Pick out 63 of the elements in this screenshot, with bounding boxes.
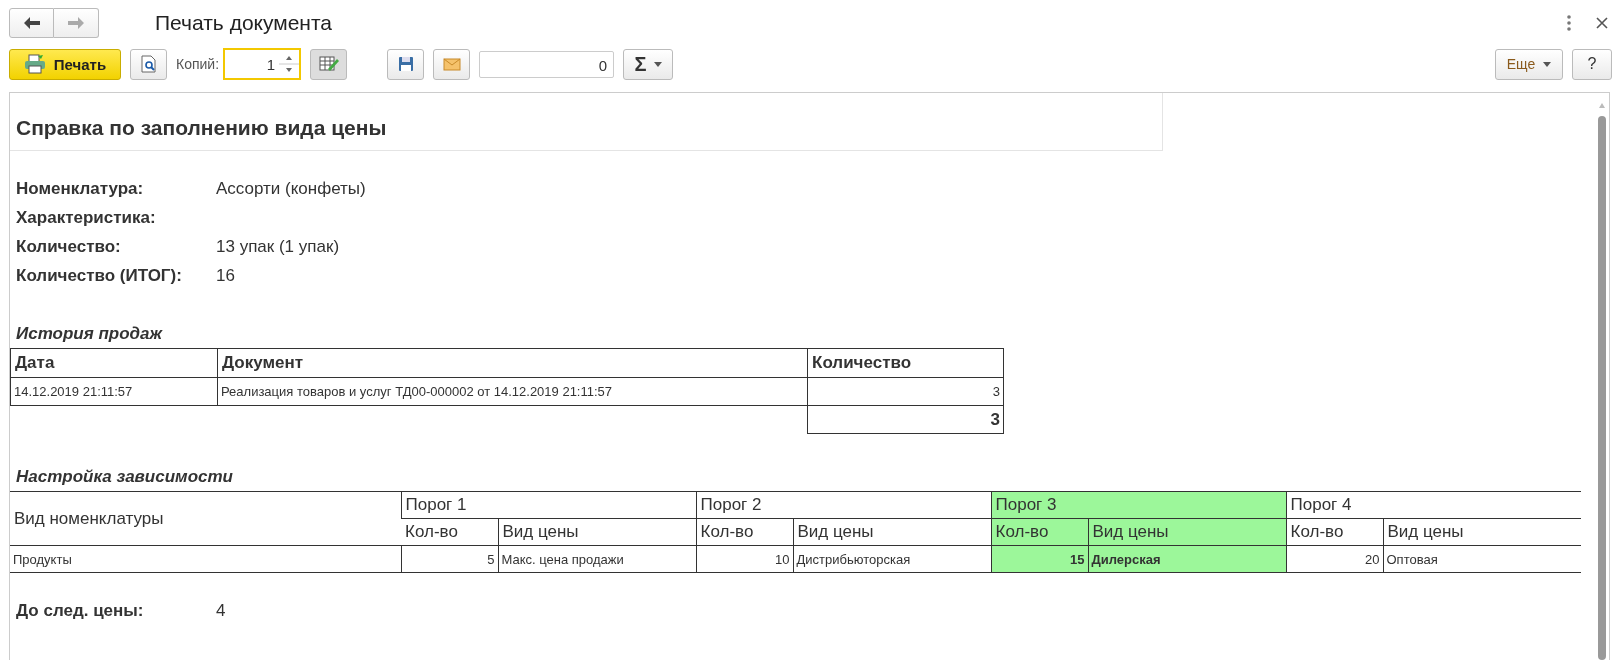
copies-label: Копий:: [176, 56, 220, 72]
table-cell: Макс. цена продажи: [498, 545, 696, 573]
column-header: Кол-во: [1286, 518, 1383, 546]
column-header: Дата: [10, 348, 218, 378]
field-value: Ассорти (конфеты): [216, 179, 367, 199]
table-cell: Дилерская: [1088, 545, 1286, 573]
column-header: Кол-во: [401, 518, 498, 546]
section-title: История продаж: [15, 323, 164, 345]
printer-icon: [23, 54, 46, 74]
column-header: Вид цены: [1088, 518, 1286, 546]
window-title: Печать документа: [155, 11, 333, 35]
table-cell: 10: [696, 545, 793, 573]
report-title: Справка по заполнению вида цены: [16, 116, 387, 140]
table-cell: 15: [991, 545, 1088, 573]
envelope-icon: [442, 57, 461, 71]
right-arrow-icon: [67, 16, 85, 30]
left-arrow-icon: [22, 16, 41, 30]
table-cell: 3: [807, 377, 1004, 406]
table-cell: 14.12.2019 21:11:57: [10, 377, 218, 406]
column-header: Вид цены: [793, 518, 991, 546]
section-title: Настройка зависимости: [15, 466, 234, 488]
print-button[interactable]: Печать: [9, 48, 121, 80]
table-cell: Оптовая: [1383, 545, 1581, 573]
field-value: 16: [216, 266, 236, 286]
column-header: Порог 3: [991, 491, 1286, 519]
field-label: Количество:: [16, 237, 122, 257]
column-header: Кол-во: [696, 518, 793, 546]
sum-button[interactable]: Σ: [623, 48, 674, 80]
preview-button[interactable]: [130, 48, 167, 80]
help-button[interactable]: ?: [1572, 48, 1612, 80]
table-cell: 5: [401, 545, 498, 573]
back-button[interactable]: [9, 8, 54, 38]
save-button[interactable]: [387, 48, 425, 80]
field-label: До след. цены:: [16, 601, 145, 621]
table-cell: 20: [1286, 545, 1383, 573]
document-search-icon: [140, 55, 157, 73]
field-value: 13 упак (1 упак): [216, 237, 341, 257]
table-cell: Продукты: [10, 545, 401, 573]
field-value: 4: [216, 601, 227, 621]
column-header: Вид цены: [1383, 518, 1581, 546]
column-header: Вид цены: [498, 518, 696, 546]
caret-icon: [653, 61, 662, 67]
edit-table-button[interactable]: [310, 48, 348, 80]
column-header: Порог 1: [401, 491, 696, 519]
column-header: Порог 4: [1286, 491, 1581, 519]
close-icon[interactable]: [1596, 17, 1608, 29]
column-header: Документ: [217, 348, 808, 378]
column-header: Вид номенклатуры: [10, 491, 401, 546]
table-cell: Дистрибьюторская: [793, 545, 991, 573]
table-pencil-icon: [318, 55, 339, 73]
copies-field[interactable]: 1: [223, 48, 302, 80]
field-label: Характеристика:: [16, 208, 157, 228]
table-cell: Реализация товаров и услуг ТД00-000002 от 14.12.2019 21:11:57: [217, 377, 808, 406]
column-header: Количество: [807, 348, 1004, 378]
sum-field: 0: [479, 50, 615, 78]
column-header: Кол-во: [991, 518, 1088, 546]
total-cell: 3: [807, 405, 1004, 434]
field-label: Количество (ИТОГ):: [16, 266, 183, 286]
caret-icon: [1543, 61, 1552, 67]
more-button[interactable]: Еще: [1495, 48, 1563, 80]
column-header: Порог 2: [696, 491, 991, 519]
more-options-icon[interactable]: [1566, 15, 1572, 31]
field-label: Номенклатура:: [16, 179, 145, 199]
